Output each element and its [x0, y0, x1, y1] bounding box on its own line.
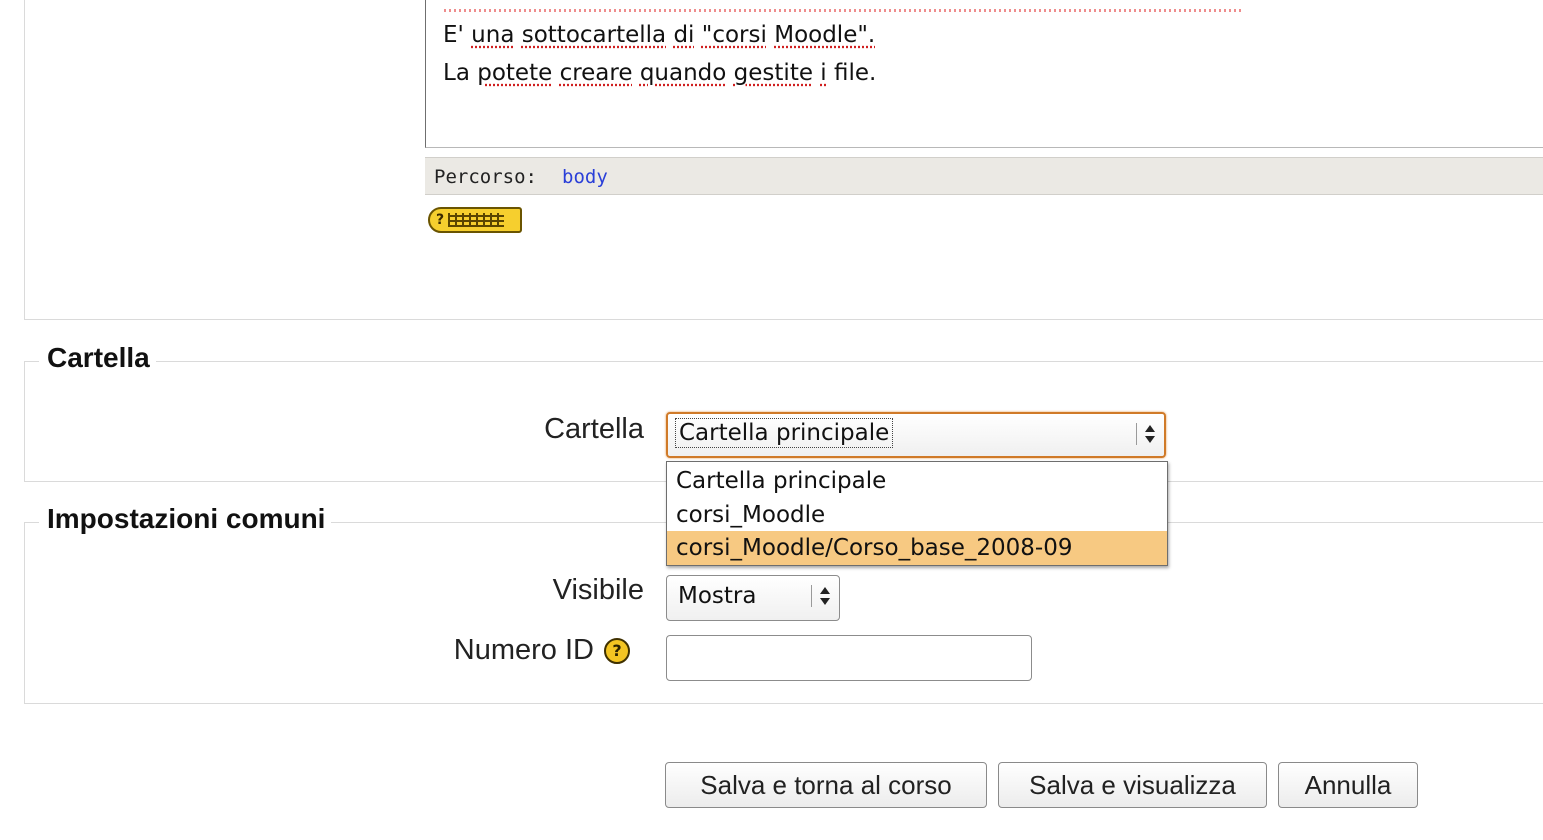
select-arrows-icon: [811, 585, 832, 607]
word: di: [673, 22, 695, 48]
word: file.: [834, 60, 877, 86]
word: potete: [477, 60, 553, 86]
visible-field-label: Visibile: [552, 574, 644, 606]
editor-line-1: E' una sottocartella di "corsi Moodle".: [443, 22, 875, 48]
folder-field-label: Cartella: [544, 413, 644, 445]
folder-legend: Cartella: [39, 342, 156, 374]
id-number-label: Numero ID?: [380, 634, 630, 667]
word: gestite: [733, 60, 813, 86]
editor-line-2: La potete creare quando gestite i file.: [443, 60, 876, 86]
word: sottocartella: [521, 22, 667, 48]
word: quando: [639, 60, 727, 86]
word: "corsi: [701, 22, 767, 48]
word: creare: [559, 60, 633, 86]
visible-select-value: Mostra: [678, 583, 757, 609]
spellcheck-marks: [444, 9, 1244, 12]
word: Moodle".: [774, 22, 876, 48]
save-and-view-button[interactable]: Salva e visualizza: [998, 762, 1267, 808]
common-settings-legend: Impostazioni comuni: [39, 503, 332, 535]
visible-select[interactable]: Mostra: [666, 575, 840, 621]
question-glyph: ?: [436, 212, 445, 228]
keyboard-icon: [448, 213, 505, 227]
folder-dropdown-list: Cartella principale corsi_Moodle corsi_M…: [666, 461, 1168, 566]
rich-text-editor[interactable]: E' una sottocartella di "corsi Moodle". …: [425, 0, 1543, 148]
editor-path-bar: Percorso: body: [425, 157, 1543, 195]
folder-select-value: Cartella principale: [674, 418, 894, 448]
folder-option-corso-base[interactable]: corsi_Moodle/Corso_base_2008-09: [667, 531, 1167, 565]
id-number-input[interactable]: [666, 635, 1032, 681]
cancel-button[interactable]: Annulla: [1278, 762, 1418, 808]
folder-select[interactable]: Cartella principale: [666, 412, 1166, 458]
save-and-return-button[interactable]: Salva e torna al corso: [665, 762, 987, 808]
id-number-label-text: Numero ID: [453, 634, 594, 666]
path-label: Percorso:: [434, 166, 537, 188]
word: una: [471, 22, 515, 48]
word: La: [443, 60, 470, 86]
select-arrows-icon: [1136, 423, 1157, 445]
folder-option-corsi-moodle[interactable]: corsi_Moodle: [667, 498, 1167, 532]
word: E': [443, 22, 464, 48]
keyboard-help-icon[interactable]: ?: [428, 207, 522, 233]
help-icon[interactable]: ?: [604, 638, 630, 665]
path-link-body[interactable]: body: [562, 166, 608, 188]
word: i: [820, 60, 827, 86]
folder-option-root[interactable]: Cartella principale: [667, 464, 1167, 498]
